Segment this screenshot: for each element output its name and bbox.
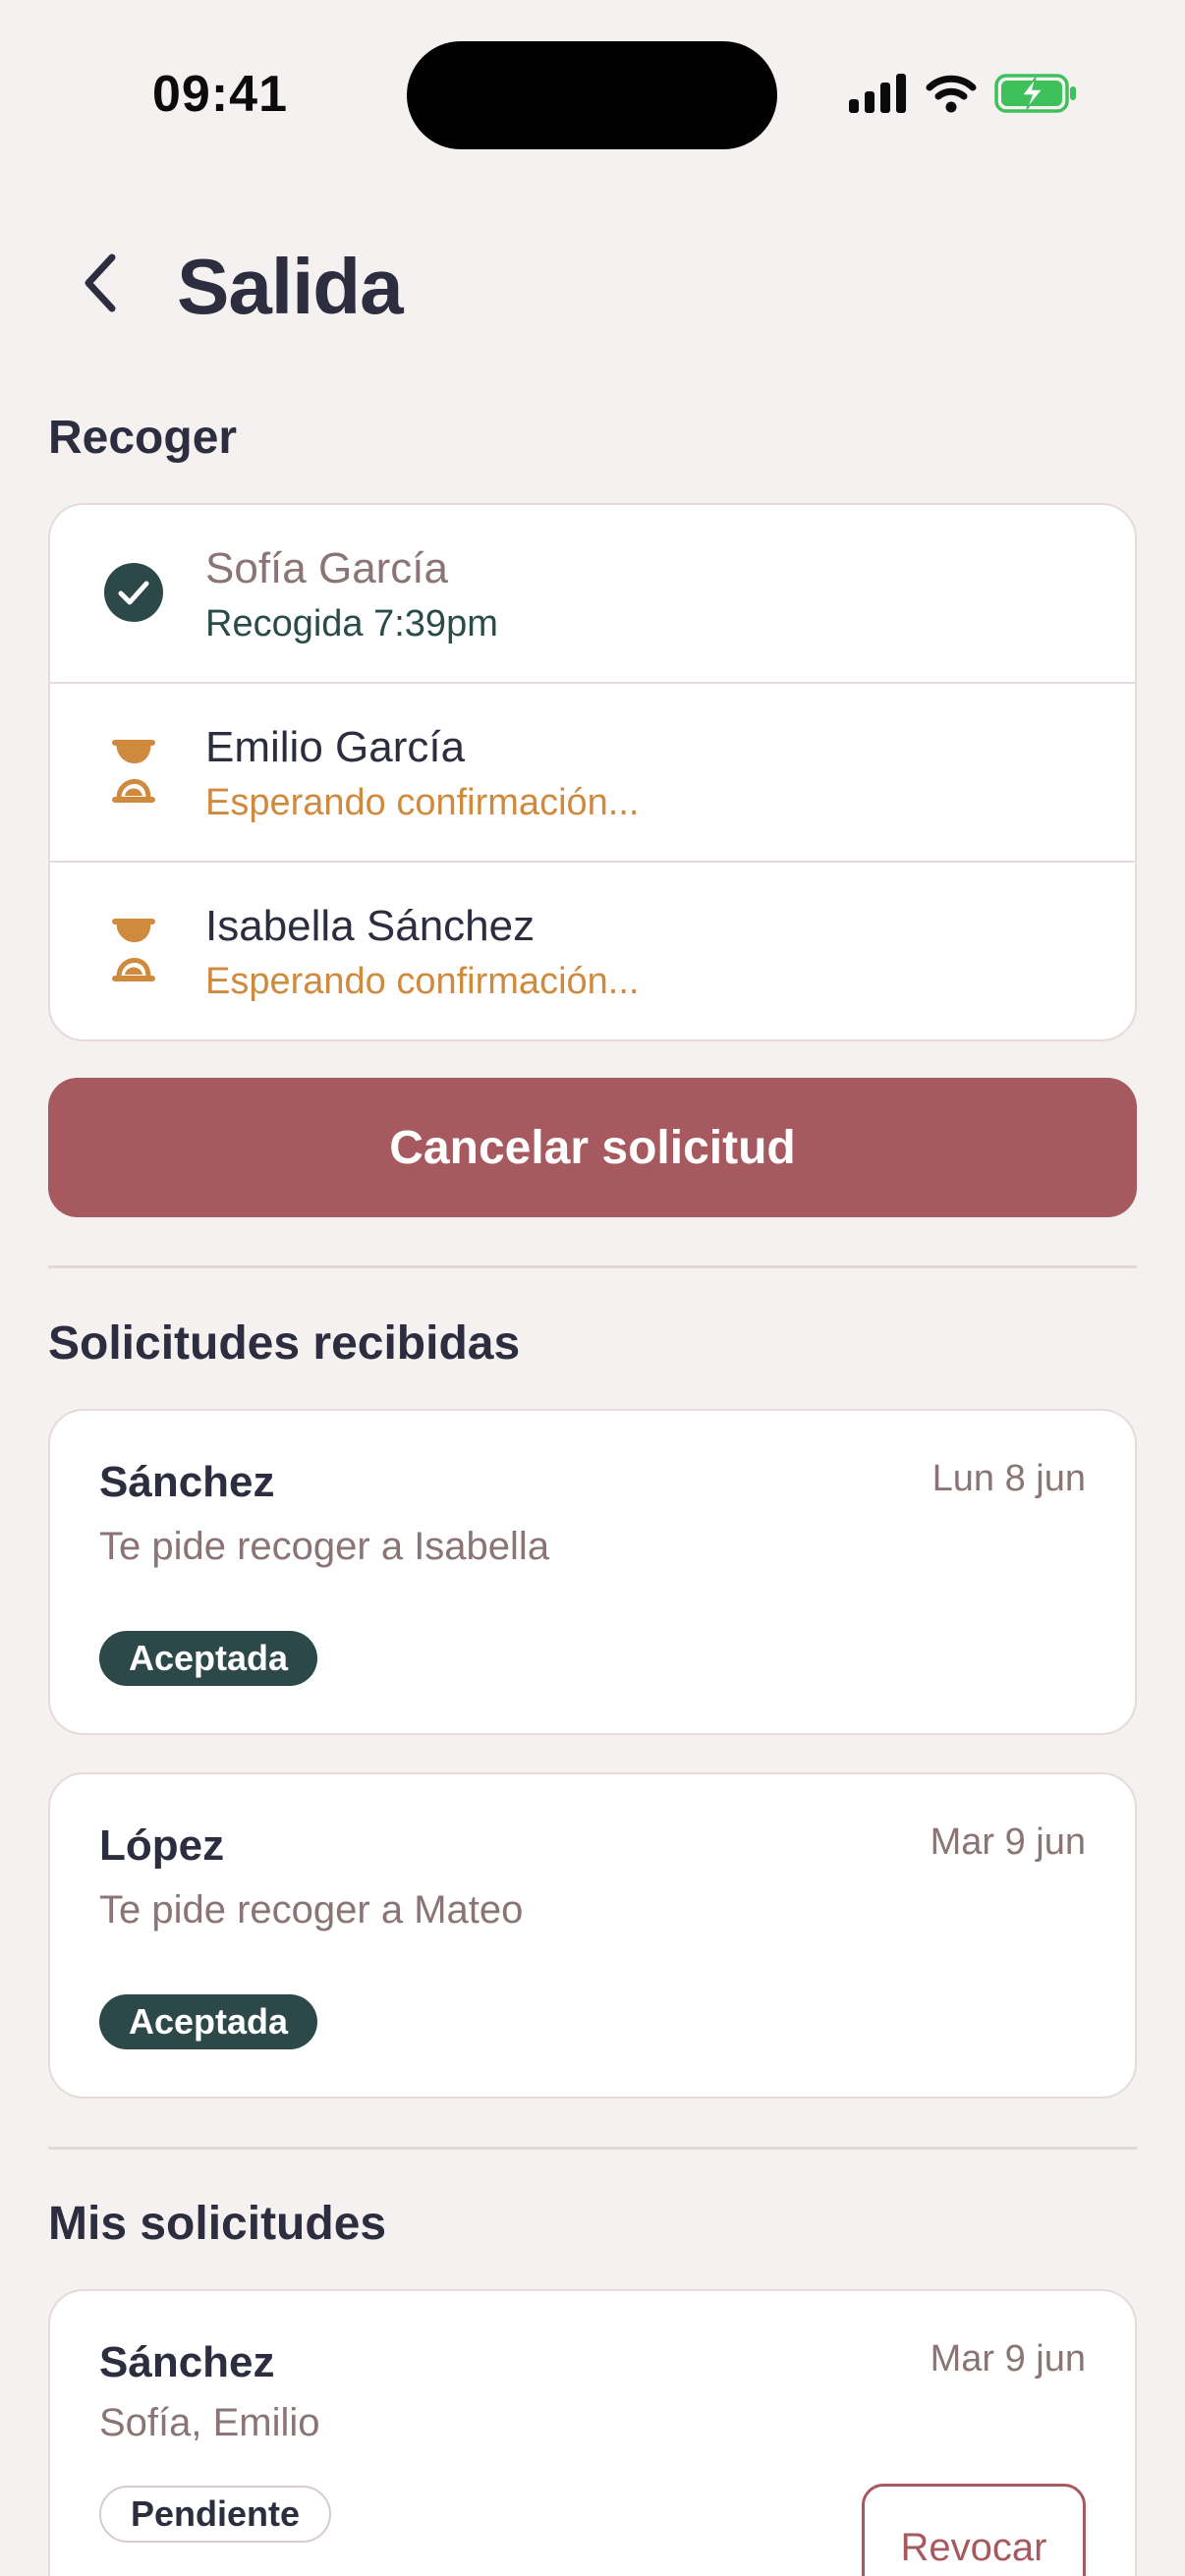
status-time: 09:41 xyxy=(152,66,288,123)
pickup-item-2[interactable]: Isabella Sánchez Esperando confirmación.… xyxy=(50,863,1135,1039)
divider xyxy=(48,2147,1137,2150)
hourglass-icon xyxy=(103,740,164,803)
pickup-child-status: Esperando confirmación... xyxy=(205,782,640,823)
page-title: Salida xyxy=(177,243,404,330)
request-description: Te pide recoger a Isabella xyxy=(99,1525,550,1568)
received-request-card-1[interactable]: López Mar 9 jun Te pide recoger a Mateo … xyxy=(48,1772,1137,2099)
pickup-child-status: Recogida 7:39pm xyxy=(205,603,498,644)
request-family: Sánchez xyxy=(99,2338,275,2386)
signal-icon xyxy=(849,73,908,118)
battery-charging-icon xyxy=(994,73,1079,119)
chevron-left-icon xyxy=(81,252,120,319)
status-badge: Pendiente xyxy=(99,2486,332,2543)
divider xyxy=(48,1265,1137,1268)
section-title-pickup: Recoger xyxy=(48,412,238,464)
pickup-child-name: Isabella Sánchez xyxy=(205,902,536,950)
pickup-item-0[interactable]: Sofía García Recogida 7:39pm xyxy=(50,505,1135,684)
back-button[interactable] xyxy=(69,253,132,316)
pickup-child-name: Emilio García xyxy=(205,723,466,771)
request-date: Mar 9 jun xyxy=(930,1821,1086,1863)
request-children: Sofía, Emilio xyxy=(99,2401,320,2444)
request-description: Te pide recoger a Mateo xyxy=(99,1888,524,1932)
my-request-card-0[interactable]: Sánchez Mar 9 jun Sofía, Emilio Pendient… xyxy=(48,2289,1137,2576)
section-title-mine: Mis solicitudes xyxy=(48,2198,387,2250)
request-date: Mar 9 jun xyxy=(930,2338,1086,2380)
request-date: Lun 8 jun xyxy=(931,1458,1086,1499)
pickup-card: Sofía García Recogida 7:39pm Emilio Garc… xyxy=(48,503,1137,1041)
section-title-received: Solicitudes recibidas xyxy=(48,1317,521,1370)
status-badge: Aceptada xyxy=(99,1994,318,2049)
revoke-button[interactable]: Revocar xyxy=(862,2484,1086,2576)
received-request-card-0[interactable]: Sánchez Lun 8 jun Te pide recoger a Isab… xyxy=(48,1409,1137,1735)
system-icons xyxy=(849,71,1079,120)
wifi-icon xyxy=(926,74,977,118)
cancel-request-button[interactable]: Cancelar solicitud xyxy=(48,1078,1137,1217)
request-family: López xyxy=(99,1821,225,1870)
pickup-child-name: Sofía García xyxy=(205,544,449,592)
pickup-item-1[interactable]: Emilio García Esperando confirmación... xyxy=(50,684,1135,863)
hourglass-icon xyxy=(103,919,164,981)
status-badge: Aceptada xyxy=(99,1631,318,1686)
status-bar: 09:41 xyxy=(0,0,1185,187)
dynamic-island xyxy=(407,41,777,149)
page-header: Salida xyxy=(0,226,1185,344)
check-circle-icon xyxy=(103,562,164,623)
pickup-child-status: Esperando confirmación... xyxy=(205,961,640,1002)
request-family: Sánchez xyxy=(99,1458,275,1506)
